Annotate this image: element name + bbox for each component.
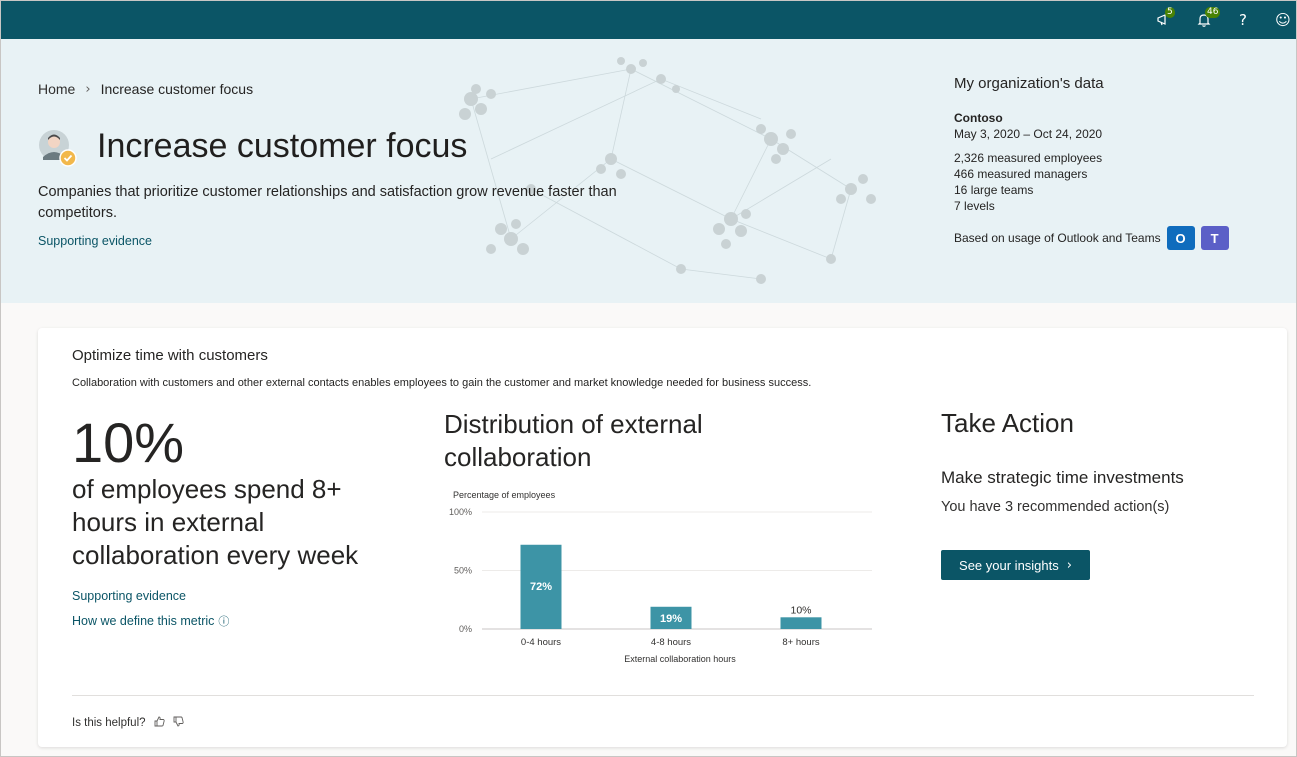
- org-name: Contoso: [954, 111, 1003, 125]
- chart-x-ticks: 0-4 hours 4-8 hours 8+ hours: [521, 637, 820, 648]
- supporting-evidence-link[interactable]: Supporting evidence: [38, 234, 152, 248]
- page-description: Companies that prioritize customer relat…: [38, 184, 617, 221]
- chart-data-label: 72%: [530, 581, 552, 593]
- helpful-question: Is this helpful?: [72, 717, 146, 729]
- chevron-right-icon: ›: [85, 81, 91, 97]
- recommended-actions-count: You have 3 recommended action(s): [941, 499, 1170, 515]
- stat-levels-value: 7: [954, 199, 961, 213]
- megaphone-badge: 5: [1165, 7, 1175, 18]
- chart-y-tick-label: 0%: [459, 624, 472, 634]
- network-background-illustration: [459, 57, 876, 284]
- stat-teams: 16 large teams: [954, 182, 1274, 198]
- help-glyph: ?: [1239, 11, 1247, 29]
- chart-y-tick-label: 100%: [449, 507, 472, 517]
- see-insights-button[interactable]: See your insights ›: [941, 550, 1090, 580]
- stat-levels: 7 levels: [954, 198, 1274, 214]
- megaphone-icon[interactable]: 5: [1153, 7, 1175, 31]
- stat-teams-label: large teams: [967, 183, 1034, 197]
- thumbs-down-icon[interactable]: [173, 716, 184, 730]
- chart-y-tick-label: 50%: [454, 566, 472, 576]
- help-icon[interactable]: ?: [1232, 9, 1254, 31]
- chevron-right-icon: ›: [1066, 557, 1072, 573]
- customer-focus-avatar-icon: [39, 130, 77, 167]
- bell-badge: 46: [1205, 7, 1221, 18]
- breadcrumb-home-link[interactable]: Home: [38, 81, 75, 97]
- chart-bar: [780, 617, 822, 629]
- stat-employees-value: 2,326: [954, 151, 985, 165]
- stat-managers-label: measured managers: [974, 167, 1088, 181]
- org-panel-title: My organization's data: [954, 75, 1104, 92]
- metric-value: 10%: [72, 411, 185, 474]
- stat-employees: 2,326 measured employees: [954, 150, 1274, 166]
- metric-supporting-evidence-link[interactable]: Supporting evidence: [72, 589, 186, 603]
- hero-section: Home › Increase customer focus Increase …: [1, 39, 1296, 303]
- metric-description: of employees spend 8+ hours in external …: [72, 474, 359, 570]
- chart-x-tick-label: 8+ hours: [782, 637, 819, 648]
- chart-y-axis-label: Percentage of employees: [453, 490, 556, 500]
- stat-employees-label: measured employees: [984, 151, 1103, 165]
- breadcrumb-current: Increase customer focus: [100, 81, 254, 97]
- teams-icon: T: [1200, 226, 1229, 250]
- stat-managers-value: 466: [954, 167, 975, 181]
- page-title: Increase customer focus: [97, 127, 468, 165]
- chart-data-label: 19%: [660, 613, 682, 625]
- divider: [72, 695, 1254, 696]
- distribution-chart: Percentage of employees 0% 50% 100% 72% 19%…: [449, 490, 872, 664]
- smiley-icon[interactable]: ☺: [1272, 9, 1294, 31]
- outlook-letter: O: [1175, 230, 1186, 246]
- chart-x-tick-label: 4-8 hours: [651, 637, 691, 648]
- stat-teams-value: 16: [954, 183, 968, 197]
- outlook-icon: O: [1166, 226, 1195, 250]
- thumbs-down-glyph: [173, 716, 184, 727]
- thumbs-up-glyph: [154, 716, 165, 727]
- breadcrumb: Home › Increase customer focus: [38, 81, 253, 97]
- card-subtitle: Collaboration with customers and other e…: [72, 377, 812, 389]
- metric-definition-label: How we define this metric: [72, 614, 215, 628]
- top-bar: 5 46 ? ☺: [1, 1, 1296, 39]
- chart-x-axis-label: External collaboration hours: [624, 654, 736, 664]
- org-date-range: May 3, 2020 – Oct 24, 2020: [954, 127, 1103, 141]
- metric-definition-link[interactable]: How we define this metric ⓘ: [72, 613, 229, 629]
- stat-managers: 466 measured managers: [954, 166, 1274, 182]
- info-icon: ⓘ: [218, 615, 230, 628]
- teams-letter: T: [1210, 230, 1219, 246]
- usage-text: Based on usage of Outlook and Teams: [954, 231, 1161, 245]
- usage-note: Based on usage of Outlook and Teams O T: [954, 226, 1274, 250]
- take-action-title: Take Action: [941, 408, 1074, 438]
- stat-levels-label: levels: [960, 199, 995, 213]
- card-title: Optimize time with customers: [72, 347, 268, 364]
- chart-bars: 72% 19% 10%: [520, 544, 822, 629]
- chart-title: Distribution of external collaboration: [444, 409, 703, 472]
- chart-x-tick-label: 0-4 hours: [521, 637, 561, 648]
- feedback-row: Is this helpful?: [72, 716, 184, 730]
- see-insights-label: See your insights: [959, 557, 1059, 573]
- take-action-subtitle: Make strategic time investments: [941, 468, 1184, 487]
- smiley-glyph: ☺: [1275, 11, 1291, 29]
- chart-data-label: 10%: [790, 604, 811, 616]
- insight-card: Optimize time with customers Collaborati…: [38, 328, 1287, 747]
- org-data-panel: My organization's data Contoso May 3, 20…: [954, 75, 1274, 250]
- thumbs-up-icon[interactable]: [154, 716, 165, 730]
- bell-icon[interactable]: 46: [1193, 7, 1221, 31]
- chart-y-ticks: 0% 50% 100%: [449, 507, 472, 634]
